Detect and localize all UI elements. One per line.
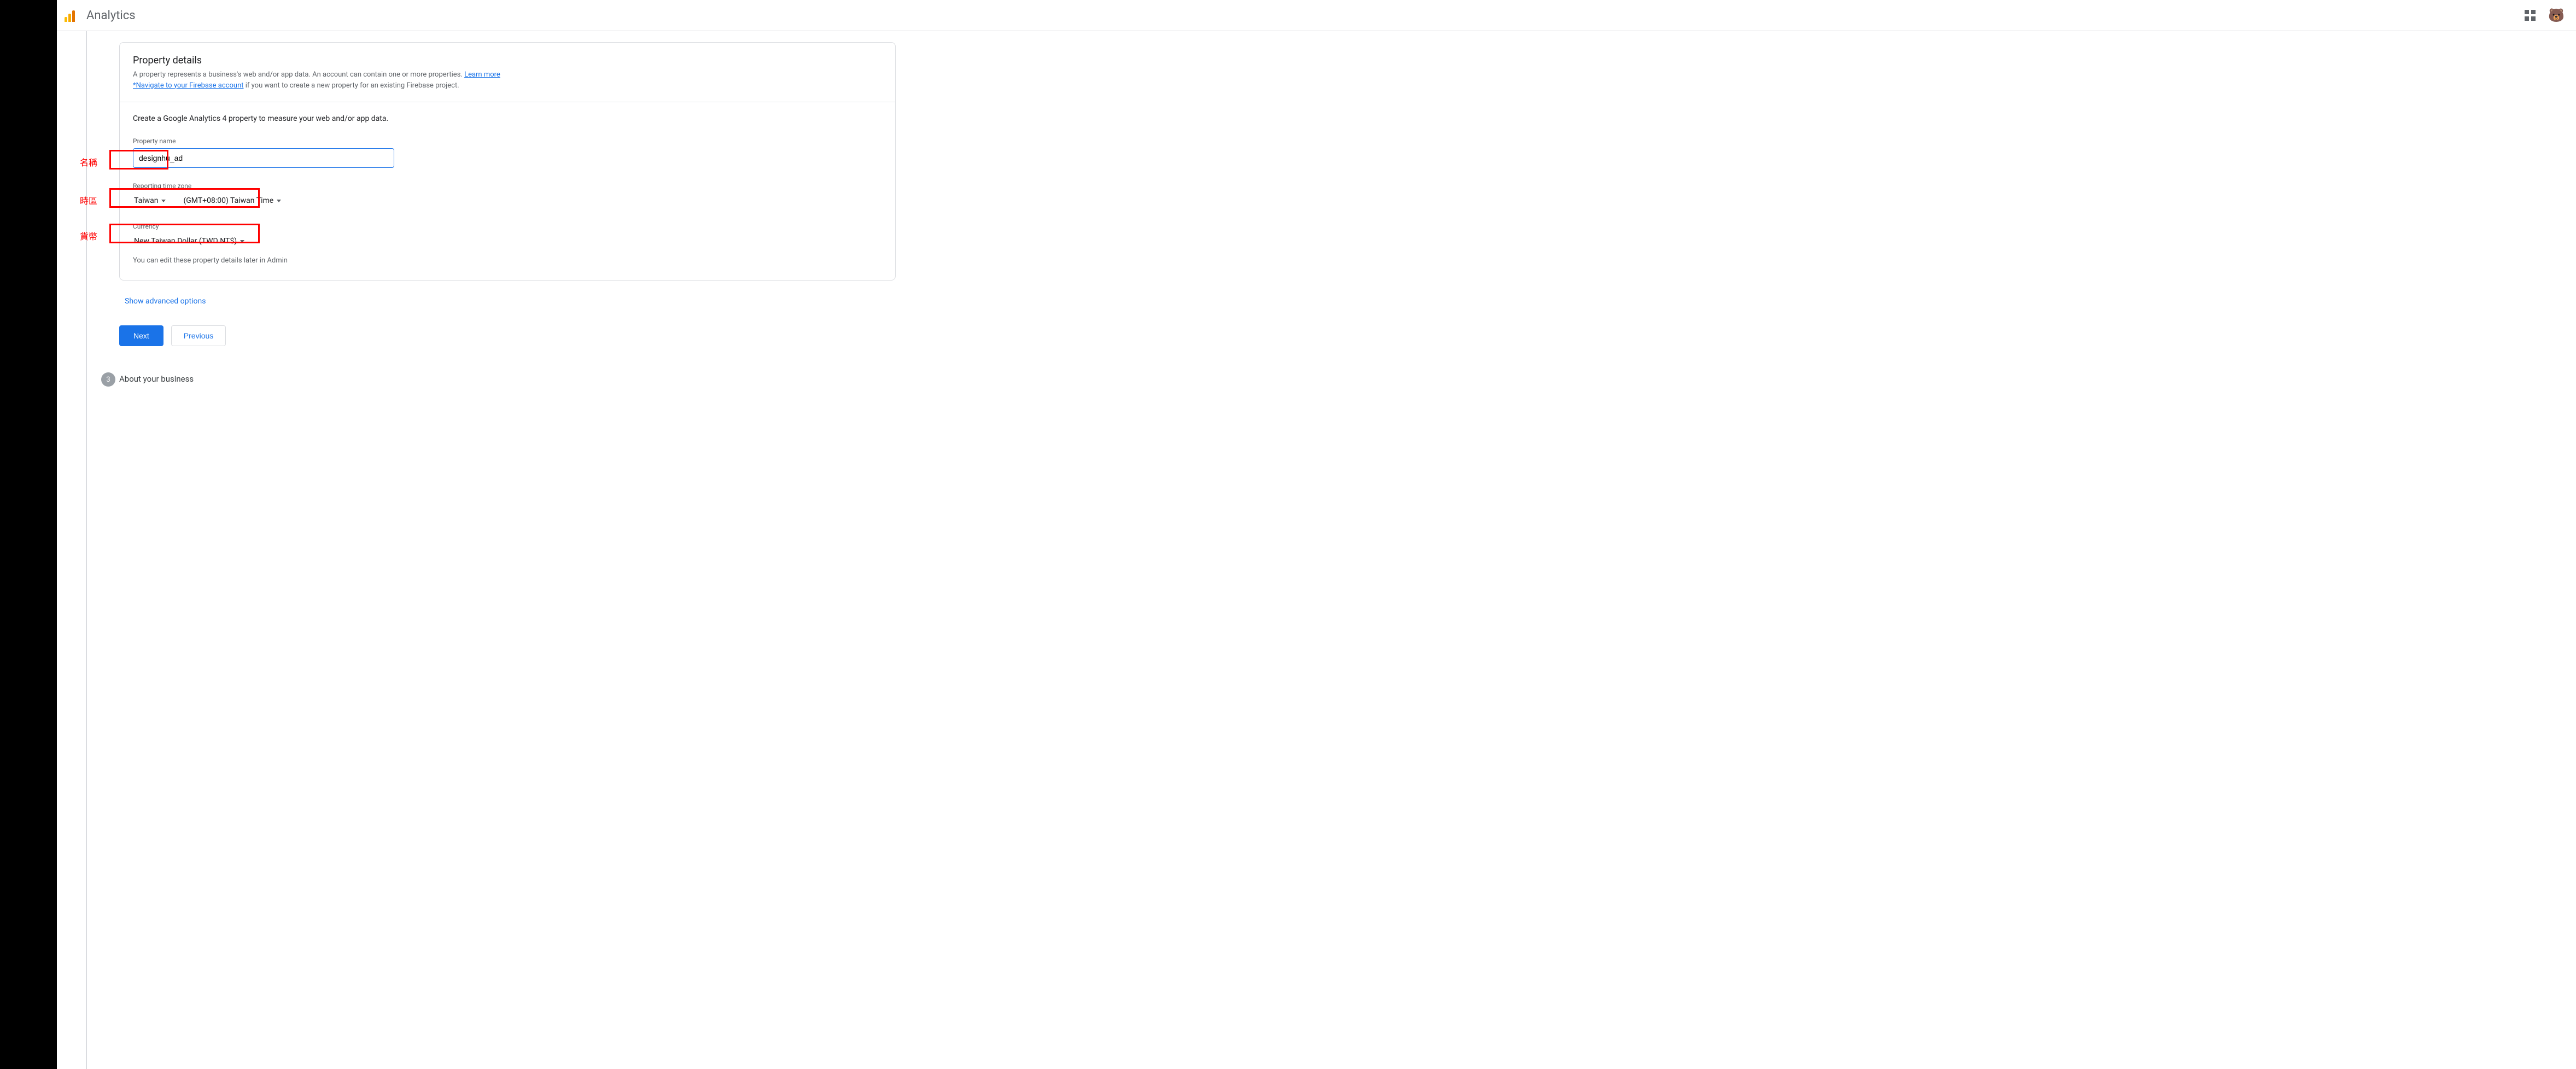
stepper-line [86, 31, 87, 1069]
annotation-name: 名稱 [80, 155, 97, 168]
step-3-circle[interactable]: 3 [101, 372, 115, 387]
chevron-down-icon [240, 240, 244, 243]
timezone-country-value: Taiwan [134, 196, 158, 205]
timezone-offset-value: (GMT+08:00) Taiwan Time [183, 196, 273, 205]
analytics-logo-icon [65, 9, 78, 22]
timezone-label: Reporting time zone [133, 182, 882, 190]
next-button[interactable]: Next [119, 325, 163, 346]
firebase-suffix: if you want to create a new property for… [244, 81, 459, 90]
previous-button[interactable]: Previous [171, 325, 226, 346]
apps-grid-icon[interactable] [2525, 10, 2536, 21]
property-name-input[interactable] [133, 148, 394, 168]
brand: Analytics [65, 9, 136, 22]
learn-more-link[interactable]: Learn more [464, 71, 500, 79]
chevron-down-icon [277, 200, 281, 202]
brand-name: Analytics [86, 9, 136, 22]
property-details-card: Property details A property represents a… [119, 42, 896, 281]
edit-later-hint: You can edit these property details late… [133, 256, 882, 265]
currency-label: Currency [133, 223, 882, 230]
desc-prefix: A property represents a business's web a… [133, 71, 464, 79]
top-header: Analytics 🐻 [57, 0, 2576, 31]
card-title: Property details [133, 55, 882, 66]
chevron-down-icon [161, 200, 166, 202]
timezone-offset-dropdown[interactable]: (GMT+08:00) Taiwan Time [182, 193, 282, 208]
property-name-field: Property name [133, 137, 882, 168]
left-sidebar-blackout [0, 0, 57, 1069]
currency-value: New Taiwan Dollar (TWD NT$) [134, 237, 237, 246]
annotation-currency: 貨幣 [80, 229, 97, 242]
step-3-number: 3 [106, 376, 110, 384]
show-advanced-options-link[interactable]: Show advanced options [125, 297, 206, 306]
firebase-link[interactable]: *Navigate to your Firebase account [133, 81, 244, 90]
card-description: A property represents a business's web a… [133, 69, 882, 91]
header-right: 🐻 [2525, 7, 2565, 24]
step-3-label: About your business [119, 374, 194, 384]
annotation-timezone: 時區 [80, 194, 97, 207]
card-subtitle: Create a Google Analytics 4 property to … [133, 114, 882, 123]
step-3-row: 3 About your business [79, 372, 2576, 394]
main-wrapper: Analytics 🐻 名稱 時區 貨幣 Property details A … [57, 0, 2576, 1069]
currency-dropdown[interactable]: New Taiwan Dollar (TWD NT$) [133, 233, 246, 249]
timezone-field: Reporting time zone Taiwan (GMT+08:00) T… [133, 182, 882, 208]
property-name-label: Property name [133, 137, 882, 145]
avatar[interactable]: 🐻 [2548, 7, 2565, 24]
button-row: Next Previous [119, 325, 2576, 346]
timezone-country-dropdown[interactable]: Taiwan [133, 193, 167, 208]
content-area: 名稱 時區 貨幣 Property details A property rep… [57, 31, 2576, 1069]
currency-field: Currency New Taiwan Dollar (TWD NT$) [133, 223, 882, 249]
